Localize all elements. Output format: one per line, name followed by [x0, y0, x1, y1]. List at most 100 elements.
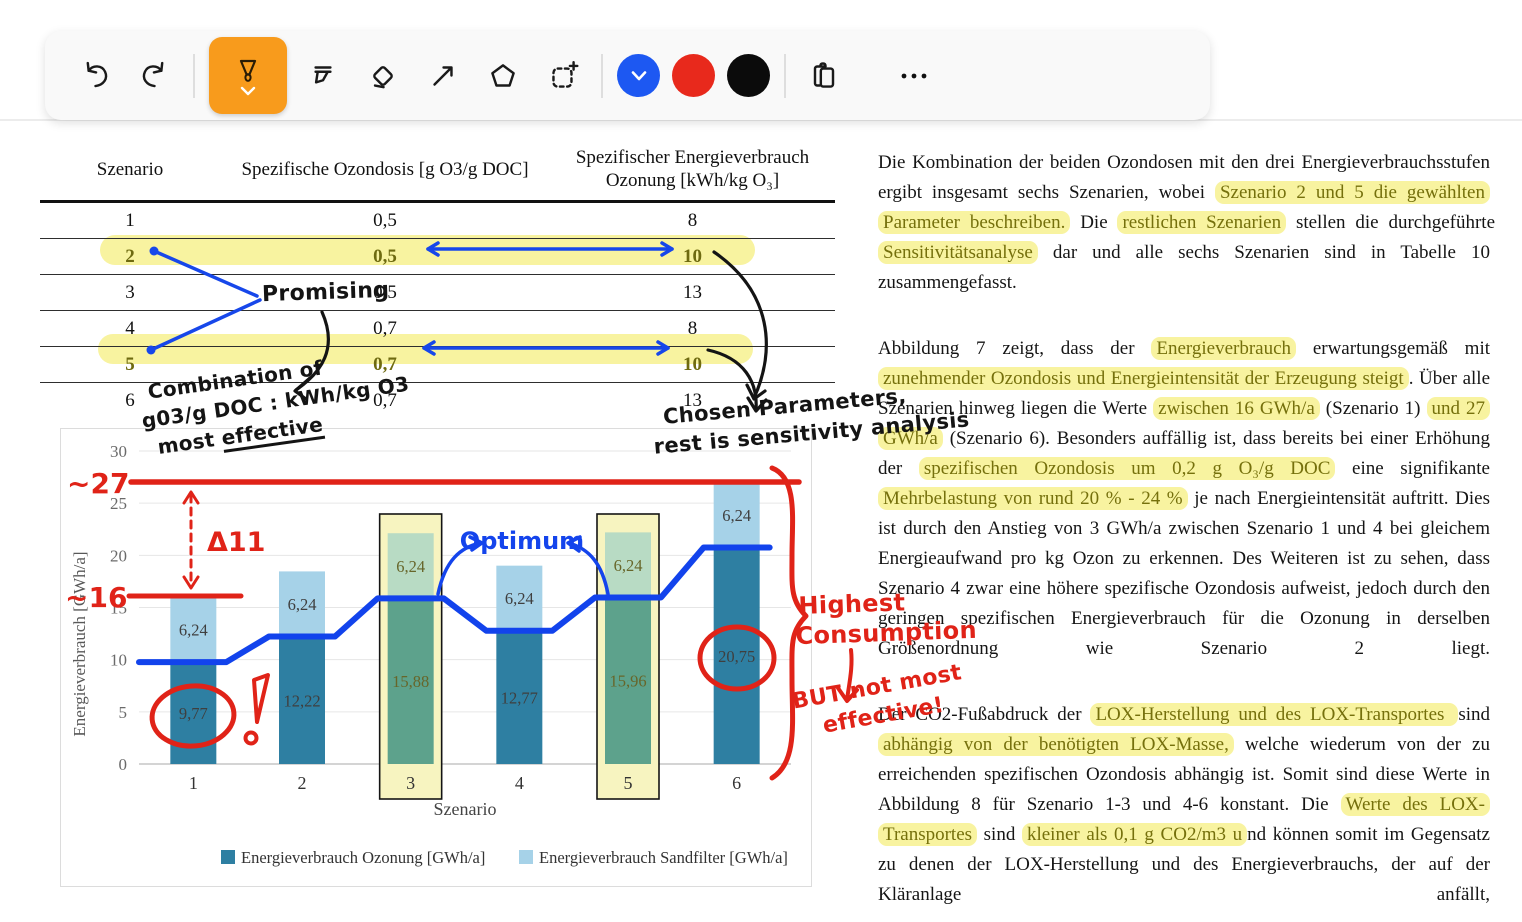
- body-text: sind: [977, 824, 1022, 845]
- bar-label-sandfilter: 6,24: [288, 595, 317, 614]
- bar-label-ozonung: 12,77: [501, 688, 538, 707]
- arrow-tool-button[interactable]: [413, 46, 473, 106]
- color-swatch-black[interactable]: [727, 54, 770, 97]
- table-cell-energie: 13: [550, 275, 835, 311]
- clipboard-icon: [806, 58, 842, 94]
- highest-consumption-note: Highest Consumption: [794, 585, 977, 651]
- chevron-down-icon: [629, 70, 649, 82]
- col-header-szenario: Szenario: [40, 146, 220, 202]
- ozonung-trend-line: [139, 548, 770, 663]
- bar-label-sandfilter: 6,24: [505, 589, 534, 608]
- upper-bound-label: ~27: [67, 467, 129, 500]
- ellipsis-icon: [894, 58, 934, 94]
- highlighted-text: zwischen 16 GWh/a: [1153, 397, 1320, 420]
- table-cell-dosis: 0,5: [220, 239, 550, 275]
- eraser-icon: [365, 58, 401, 94]
- table-cell-energie: 8: [550, 311, 835, 347]
- promising-note: Promising: [262, 278, 390, 307]
- pen-icon: [231, 56, 265, 86]
- annotation-app: Szenario Spezifische Ozondosis [g O3/g D…: [0, 0, 1522, 922]
- table-cell-szenario: 4: [40, 311, 220, 347]
- color-swatch-red[interactable]: [672, 54, 715, 97]
- body-text: sind: [1458, 704, 1490, 725]
- highlighted-text: restlichen Szenarien: [1117, 211, 1286, 234]
- y-tick-label: 0: [119, 755, 128, 774]
- body-text: erwartungsgemäß mit: [1296, 338, 1490, 359]
- table-cell-szenario: 2: [40, 239, 220, 275]
- table-cell-energie: 8: [550, 202, 835, 239]
- highlighted-text: Energieverbrauch: [1151, 337, 1296, 360]
- bar-label-ozonung: 12,22: [283, 691, 320, 710]
- exclamation-mark: [254, 675, 268, 722]
- body-text: Abbildung 7 zeigt, dass der: [878, 338, 1151, 359]
- undo-icon: [77, 58, 113, 94]
- select-area-tool-button[interactable]: [533, 46, 593, 106]
- bar-label-sandfilter: 6,24: [396, 557, 425, 576]
- body-text: (Szenario 1): [1320, 398, 1427, 419]
- body-text: Die: [1070, 212, 1117, 233]
- table-cell-energie: 10: [550, 347, 835, 383]
- arrow-icon: [425, 58, 461, 94]
- eraser-tool-button[interactable]: [353, 46, 413, 106]
- highlighted-text: kleiner als 0,1 g CO2/m3 u: [1022, 823, 1247, 846]
- bar-label-sandfilter: 6,24: [179, 621, 208, 640]
- x-axis-label: Szenario: [434, 799, 497, 819]
- toolbar-divider: [784, 54, 786, 98]
- body-text: eine signifikante: [1335, 458, 1490, 479]
- bar-label-ozonung: 9,77: [179, 704, 208, 723]
- table-cell-dosis: 0,7: [220, 311, 550, 347]
- bar-label-sandfilter: 6,24: [722, 506, 751, 525]
- bar-label-sandfilter: 6,24: [614, 556, 643, 575]
- undo-button[interactable]: [65, 46, 125, 106]
- x-category-label: 1: [189, 773, 198, 793]
- highlighter-icon: [305, 58, 341, 94]
- redo-icon: [137, 58, 173, 94]
- x-category-label: 5: [624, 773, 633, 793]
- lower-bound-label: ~16: [65, 581, 127, 614]
- table-row: 20,510: [40, 239, 835, 275]
- chevron-down-icon[interactable]: [239, 86, 257, 96]
- col-header-ozondosis: Spezifische Ozondosis [g O3/g DOC]: [220, 146, 550, 202]
- document-text-column: Die Kombination der beiden Ozondosen mit…: [878, 148, 1490, 922]
- x-category-label: 4: [515, 773, 524, 793]
- table-row: 40,78: [40, 311, 835, 347]
- toolbar-divider: [601, 54, 603, 98]
- table-header-row: Szenario Spezifische Ozondosis [g O3/g D…: [40, 146, 835, 202]
- table-cell-energie: 10: [550, 239, 835, 275]
- delta-label: Δ11: [207, 527, 265, 558]
- pentagon-icon: [485, 58, 521, 94]
- table-row: 10,58: [40, 202, 835, 239]
- shape-tool-button[interactable]: [473, 46, 533, 106]
- col-header-energieverbrauch: Spezifischer Energieverbrauch Ozonung [k…: [550, 146, 835, 202]
- drawing-toolbar: [45, 31, 1210, 120]
- bar-label-ozonung: 15,96: [609, 672, 646, 691]
- x-category-label: 2: [298, 773, 307, 793]
- highlighted-text: Mehrbelastung von rund 20 % - 24 %: [878, 487, 1188, 510]
- redo-button[interactable]: [125, 46, 185, 106]
- highlighted-text: spezifischen Ozondosis um 0,2 g O₃/g DOC: [919, 457, 1336, 480]
- pen-tool-button[interactable]: [209, 37, 287, 114]
- x-category-label: 3: [406, 773, 415, 793]
- bar-label-ozonung: 15,88: [392, 672, 429, 691]
- highlighted-text: LOX-Herstellung und des LOX-Transportes: [1090, 703, 1458, 726]
- y-axis-label: Energieverbrauch [GWh/a]: [70, 551, 89, 736]
- color-swatch-blue[interactable]: [617, 54, 660, 97]
- bar-label-ozonung: 20,75: [718, 647, 755, 666]
- legend-marker: [519, 850, 533, 864]
- legend-label: Energieverbrauch Sandfilter [GWh/a]: [539, 848, 788, 867]
- toolbar-divider: [193, 54, 195, 98]
- x-category-label: 6: [732, 773, 741, 793]
- paragraph: Der CO2-Fußabdruck der LOX-Herstellung u…: [878, 700, 1490, 910]
- paragraph: Die Kombination der beiden Ozondosen mit…: [878, 148, 1490, 298]
- energy-consumption-chart: 051015202530Energieverbrauch [GWh/a]9,77…: [60, 428, 812, 887]
- table-cell-szenario: 3: [40, 275, 220, 311]
- select-area-icon: [545, 58, 581, 94]
- table-cell-szenario: 1: [40, 202, 220, 239]
- y-tick-label: 30: [110, 442, 127, 461]
- y-tick-label: 5: [119, 703, 128, 722]
- highlighted-text: abhängig von der benötigten LOX-Masse,: [878, 733, 1234, 756]
- clipboard-button[interactable]: [794, 46, 854, 106]
- highlighter-tool-button[interactable]: [293, 46, 353, 106]
- table-cell-dosis: 0,5: [220, 202, 550, 239]
- more-options-button[interactable]: [884, 46, 944, 106]
